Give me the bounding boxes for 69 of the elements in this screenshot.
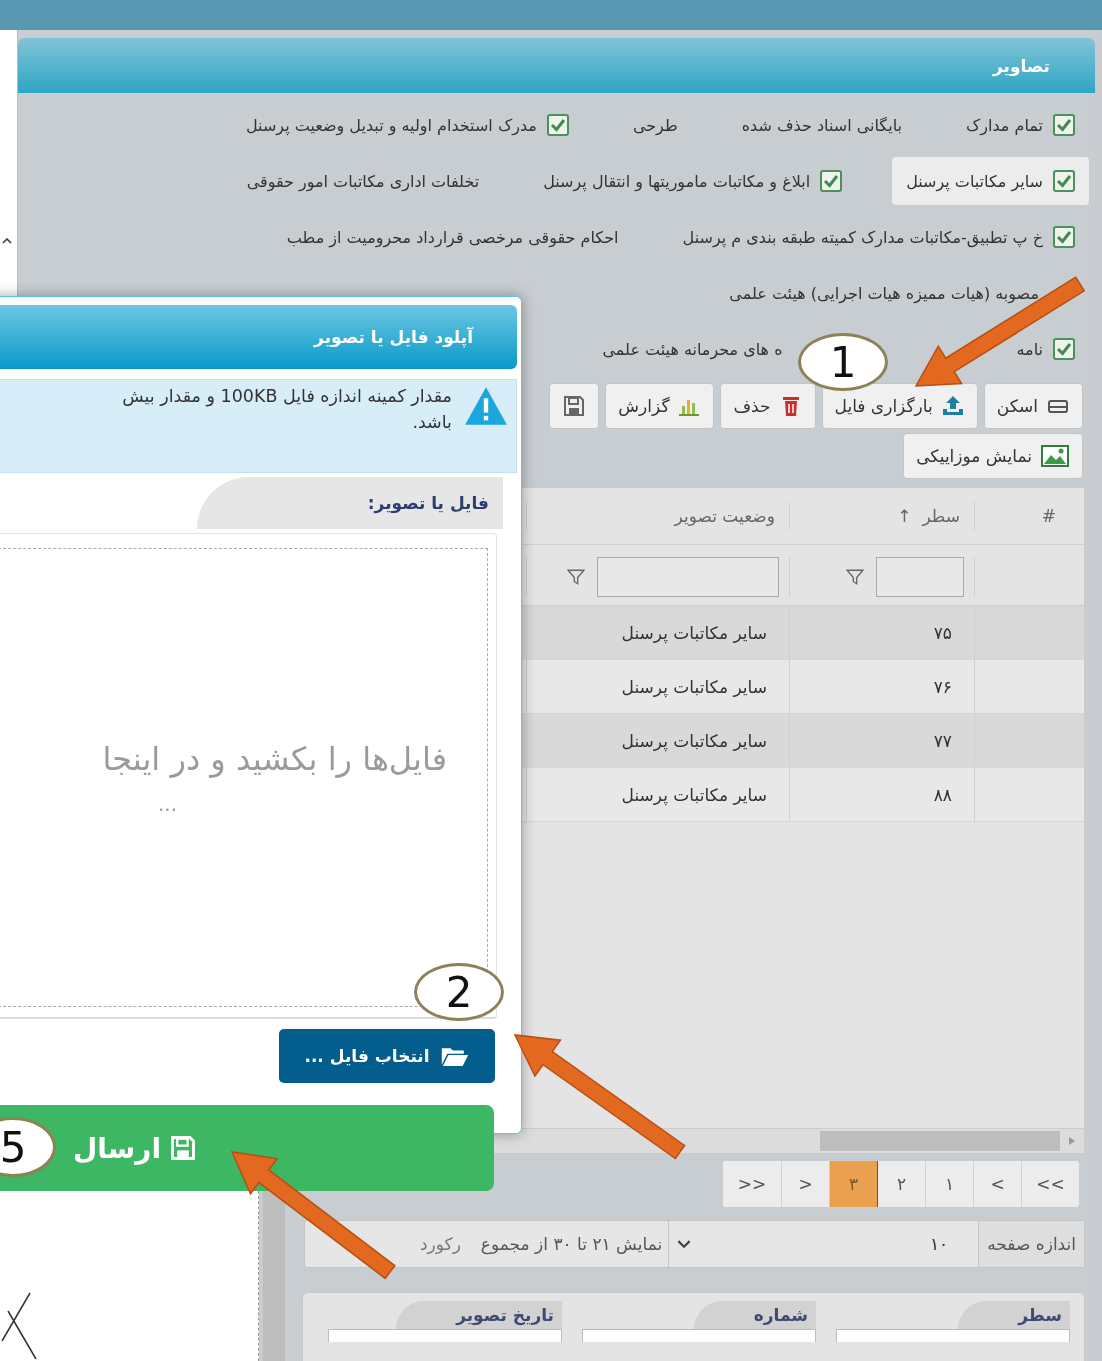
image-icon [1040,444,1070,468]
folder-icon [439,1045,470,1067]
delete-button[interactable]: حذف [720,383,816,429]
drop-zone-text: فایل‌ها را بکشید و در اینجا [102,739,447,778]
table-cell: ۷۵ [789,606,974,659]
category-option[interactable]: نامه [1002,325,1089,373]
category-option[interactable]: تخلفات اداری مکاتبات امور حقوقی [232,157,494,205]
checkbox[interactable] [820,170,843,192]
save-button[interactable] [549,383,600,429]
table-cell: ۷۶ [789,660,974,713]
column-header[interactable]: وضعیت تصویر [526,502,789,530]
checkbox[interactable] [1053,338,1075,360]
table-cell: سایر مکاتبات پرسنل [526,606,789,659]
scroll-right-icon[interactable] [1068,1136,1076,1146]
page-button[interactable]: >> [1021,1161,1079,1207]
warning-icon [464,386,508,426]
ellipsis-text: ... [157,791,177,816]
chevron-down-icon [677,1239,692,1249]
field-label: تاریخ تصویر [396,1301,562,1329]
input-field[interactable] [836,1329,1070,1342]
upload-button[interactable]: بارگزاری فایل [821,383,978,429]
category-option[interactable]: مدرک استخدام اولیه و تبدیل وضعیت پرسنل [231,101,583,149]
checkbox[interactable] [1053,226,1075,248]
category-option[interactable]: خ پ تطبیق-مکاتبات مدارک کمیته طبقه بندی م پرسنل [668,213,1089,261]
category-option[interactable]: مصوبه (هیات ممیزه هیات اجرایی) هیئت علمی [715,269,1089,317]
field-label: سطر [958,1301,1070,1329]
filter-icon[interactable] [567,568,585,586]
save-icon [562,394,587,418]
filter-icon[interactable] [846,568,864,586]
category-option[interactable]: طرحی [618,101,692,149]
category-option[interactable]: تمام مدارک [951,101,1089,149]
category-option[interactable]: ه های محرمانه هیئت علمی [598,325,787,373]
choose-file-button[interactable]: انتخاب فایل ... [279,1029,495,1083]
table-cell: ۸۸ [789,768,974,821]
record-info: رکورد [420,1234,462,1254]
table-cell: ۷۷ [789,714,974,767]
column-header[interactable]: # [974,502,1084,530]
category-option[interactable]: بایگانی اسناد حذف شده [727,101,916,149]
category-option[interactable]: ابلاغ و مکاتبات ماموریتها و انتقال پرسنل [529,157,857,205]
report-button[interactable]: گزارش [605,383,715,429]
upload-icon [940,394,965,418]
category-option[interactable]: سایر مکاتبات پرسنل [892,157,1089,205]
page-size-select[interactable]: ۱۰ [668,1221,979,1267]
table-cell: سایر مکاتبات پرسنل [526,714,789,767]
input-field[interactable] [328,1329,562,1342]
field-label: فایل یا تصویر: [197,477,503,529]
column-header[interactable]: سطر ↑ [789,502,974,530]
table-cell: سایر مکاتبات پرسنل [526,768,789,821]
scan-button[interactable]: اسکن [983,383,1083,429]
dialog-title: آپلود فایل یا تصویر [314,327,473,347]
line-drawing [0,1291,40,1361]
checkbox[interactable] [1053,114,1075,136]
warning-text: مقدار کمینه اندازه فایل 100KB و مقدار بیش [122,386,452,406]
record-info: نمایش ۲۱ تا ۳۰ از مجموع [480,1234,664,1254]
filter-field[interactable] [876,557,964,597]
mosaic-button[interactable]: نمایش موزاییکی [903,433,1083,479]
category-option[interactable]: احکام حقوقی مرخصی قرارداد محرومیت از مطب [272,213,633,261]
caret-icon[interactable] [2,238,12,244]
filter-field[interactable] [597,557,779,597]
table-cell: سایر مکاتبات پرسنل [526,660,789,713]
page-button[interactable]: < [781,1161,829,1207]
input-field[interactable] [582,1329,816,1342]
checkbox[interactable] [546,114,569,136]
panel-title: تصاویر [992,55,1050,76]
warning-text: باشد. [412,412,452,432]
page-size-label: اندازه صفحه [978,1221,1084,1267]
save-icon [169,1134,198,1162]
field-label: شماره [693,1301,816,1329]
checkbox[interactable] [1053,170,1075,192]
